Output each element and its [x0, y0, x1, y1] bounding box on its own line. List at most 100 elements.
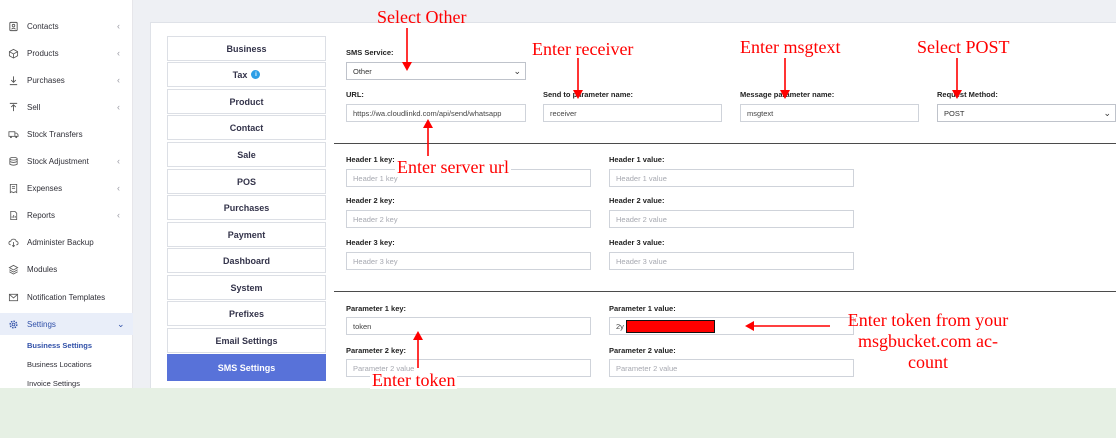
param2-value-label: Parameter 2 value: — [609, 346, 676, 355]
header2-key-label: Header 2 key: — [346, 196, 395, 205]
sidebar-item-label: Reports — [27, 210, 56, 220]
send-to-param-input[interactable]: receiver — [543, 104, 722, 122]
annotation-enter-server-url: Enter server url — [395, 157, 511, 177]
tab-label: Tax — [232, 69, 248, 80]
url-label: URL: — [346, 90, 364, 99]
tab-product[interactable]: Product — [167, 89, 326, 114]
sidebar-item-notification-templates[interactable]: Notification Templates — [0, 286, 133, 308]
sidebar-item-label: Stock Transfers — [27, 129, 83, 139]
chevron-down-icon: ⌄ — [1103, 108, 1111, 118]
sidebar-item-expenses[interactable]: Expenses ‹ — [0, 177, 133, 199]
tab-pos[interactable]: POS — [167, 169, 326, 194]
database-icon — [7, 155, 19, 167]
tab-payment[interactable]: Payment — [167, 222, 326, 247]
cloud-download-icon — [7, 236, 19, 248]
sidebar-item-label: Administer Backup — [27, 237, 94, 247]
tab-label: System — [230, 282, 263, 293]
sidebar-item-reports[interactable]: Reports ‹ — [0, 204, 133, 226]
param1-key-input[interactable]: token — [346, 317, 591, 335]
header3-value-label: Header 3 value: — [609, 238, 665, 247]
sidebar-item-stock-transfers[interactable]: Stock Transfers — [0, 123, 133, 145]
message-param-input[interactable]: msgtext — [740, 104, 919, 122]
sidebar-subitem-invoice-settings[interactable]: Invoice Settings — [27, 379, 80, 388]
chevron-left-icon: ‹ — [117, 183, 120, 193]
tab-label: Dashboard — [222, 255, 270, 266]
annotation-enter-receiver: Enter receiver — [532, 39, 634, 59]
sidebar-subitem-business-locations[interactable]: Business Locations — [27, 360, 92, 369]
contacts-icon — [7, 20, 19, 32]
sidebar-item-modules[interactable]: Modules — [0, 258, 133, 280]
request-method-select[interactable]: POST ⌄ — [937, 104, 1116, 122]
url-input[interactable]: https://wa.cloudlinkd.com/api/send/whats… — [346, 104, 526, 122]
tab-tax[interactable]: Tax i — [167, 62, 326, 87]
header3-key-input[interactable]: Header 3 key — [346, 252, 591, 270]
annotation-line: count — [908, 352, 948, 372]
redaction-box — [626, 320, 715, 333]
sidebar-item-label: Products — [27, 48, 59, 58]
header1-key-label: Header 1 key: — [346, 155, 395, 164]
annotation-enter-token: Enter token — [370, 370, 458, 390]
sms-service-label: SMS Service: — [346, 48, 394, 57]
sidebar-item-label: Sell — [27, 102, 41, 112]
envelope-icon — [7, 291, 19, 303]
app-sidebar: Contacts ‹ Products ‹ Purchases ‹ Sell ‹… — [0, 0, 133, 388]
stack-icon — [7, 263, 19, 275]
chevron-left-icon: ‹ — [117, 210, 120, 220]
tab-label: Contact — [229, 122, 264, 133]
download-arrow-icon — [7, 74, 19, 86]
tab-label: SMS Settings — [217, 362, 276, 373]
tab-sale[interactable]: Sale — [167, 142, 326, 167]
sidebar-item-label: Notification Templates — [27, 292, 106, 302]
sms-service-value: Other — [353, 66, 372, 76]
send-to-param-label: Send to parameter name: — [543, 90, 634, 99]
chevron-left-icon: ‹ — [117, 48, 120, 58]
sidebar-item-label: Contacts — [27, 21, 59, 31]
annotation-token-instructions: Enter token from your msgbucket.com ac- … — [828, 310, 1028, 373]
chevron-left-icon: ‹ — [117, 102, 120, 112]
sidebar-subitem-business-settings[interactable]: Business Settings — [27, 341, 92, 350]
upload-arrow-icon — [7, 101, 19, 113]
tab-sms-settings[interactable]: SMS Settings — [167, 354, 326, 381]
param2-key-label: Parameter 2 key: — [346, 346, 407, 355]
sidebar-item-settings[interactable]: Settings ⌄ — [0, 313, 133, 335]
sidebar-item-stock-adjustment[interactable]: Stock Adjustment ‹ — [0, 150, 133, 172]
sidebar-item-purchases[interactable]: Purchases ‹ — [0, 69, 133, 91]
sidebar-item-contacts[interactable]: Contacts ‹ — [0, 15, 133, 37]
tab-contact[interactable]: Contact — [167, 115, 326, 140]
truck-icon — [7, 128, 19, 140]
annotation-enter-msgtext: Enter msgtext — [740, 37, 841, 57]
param1-key-label: Parameter 1 key: — [346, 304, 407, 313]
header1-value-label: Header 1 value: — [609, 155, 665, 164]
tab-label: Prefixes — [228, 308, 265, 319]
header3-value-input[interactable]: Header 3 value — [609, 252, 854, 270]
header2-value-input[interactable]: Header 2 value — [609, 210, 854, 228]
sidebar-item-label: Stock Adjustment — [27, 156, 89, 166]
param2-value-input[interactable]: Parameter 2 value — [609, 359, 854, 377]
section-divider — [334, 291, 1116, 292]
tab-email-settings[interactable]: Email Settings — [167, 328, 326, 353]
sidebar-item-sell[interactable]: Sell ‹ — [0, 96, 133, 118]
chevron-left-icon: ‹ — [117, 156, 120, 166]
tab-purchases[interactable]: Purchases — [167, 195, 326, 220]
tab-system[interactable]: System — [167, 275, 326, 300]
header2-key-input[interactable]: Header 2 key — [346, 210, 591, 228]
chevron-down-icon: ⌄ — [513, 66, 521, 76]
sidebar-item-products[interactable]: Products ‹ — [0, 42, 133, 64]
header3-key-label: Header 3 key: — [346, 238, 395, 247]
tab-business[interactable]: Business — [167, 36, 326, 61]
annotation-line: Enter token from your — [847, 310, 1009, 330]
tab-dashboard[interactable]: Dashboard — [167, 248, 326, 273]
header1-value-input[interactable]: Header 1 value — [609, 169, 854, 187]
sidebar-item-label: Modules — [27, 264, 58, 274]
report-icon — [7, 209, 19, 221]
tab-label: Product — [229, 96, 264, 107]
chevron-left-icon: ‹ — [117, 21, 120, 31]
sidebar-item-label: Settings — [27, 319, 56, 329]
sidebar-item-administer-backup[interactable]: Administer Backup — [0, 231, 133, 253]
message-param-label: Message parameter name: — [740, 90, 835, 99]
tab-prefixes[interactable]: Prefixes — [167, 301, 326, 326]
annotation-line: msgbucket.com ac- — [858, 331, 998, 351]
annotation-select-post: Select POST — [917, 37, 1010, 57]
annotation-select-other: Select Other — [377, 7, 467, 27]
sms-service-select[interactable]: Other ⌄ — [346, 62, 526, 80]
